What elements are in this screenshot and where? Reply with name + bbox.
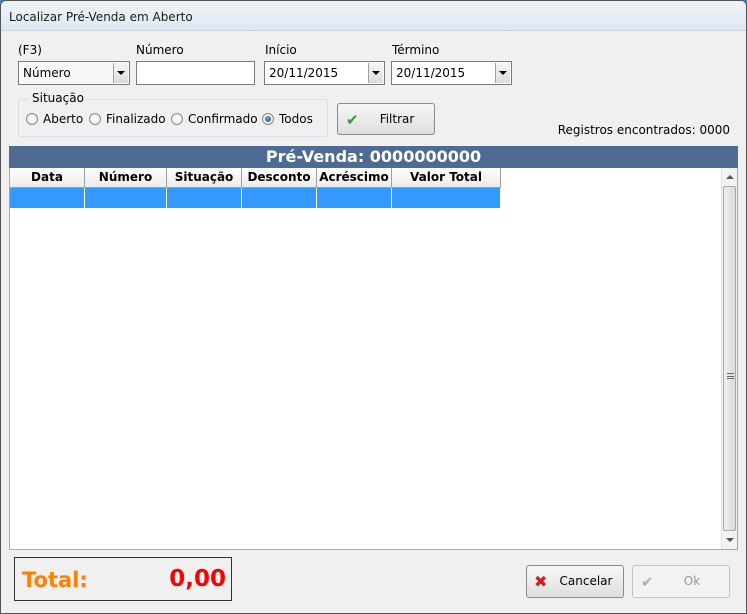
table-cell: [167, 188, 242, 208]
numero-label: Número: [136, 43, 184, 57]
table-cell: [242, 188, 317, 208]
column-header-numero[interactable]: Número: [85, 168, 167, 188]
grid-header: Data Número Situação Desconto Acréscimo …: [10, 168, 501, 188]
radio-finalizado[interactable]: Finalizado: [89, 112, 166, 126]
dialog-window: Localizar Pré-Venda em Aberto (F3) Númer…: [0, 0, 747, 614]
situacao-label: Situação: [29, 91, 87, 105]
radio-confirmado[interactable]: Confirmado: [171, 112, 258, 126]
window-title: Localizar Pré-Venda em Aberto: [9, 10, 193, 24]
title-bar: Localizar Pré-Venda em Aberto: [1, 1, 746, 31]
radio-aberto[interactable]: Aberto: [26, 112, 83, 126]
column-header-situacao[interactable]: Situação: [167, 168, 242, 188]
situacao-group: Situação Aberto Finalizado Confirmado To…: [18, 91, 328, 137]
cancel-button[interactable]: ✖ Cancelar: [526, 565, 624, 598]
scroll-up-arrow-icon[interactable]: [726, 175, 734, 179]
column-header-valor-total[interactable]: Valor Total: [392, 168, 501, 188]
check-icon: ✔: [346, 111, 359, 129]
termino-date-picker[interactable]: 20/11/2015: [391, 61, 512, 85]
vertical-scrollbar[interactable]: [721, 168, 737, 549]
table-cell: [392, 188, 501, 208]
radio-icon: [89, 113, 101, 125]
close-icon: ✖: [534, 572, 548, 591]
table-cell: [85, 188, 167, 208]
column-header-desconto[interactable]: Desconto: [242, 168, 317, 188]
chevron-down-icon[interactable]: [113, 63, 128, 83]
pre-venda-header: Pré-Venda: 0000000000: [9, 146, 738, 168]
inicio-label: Início: [265, 43, 297, 57]
total-value: 0,00: [169, 566, 226, 592]
termino-date-value: 20/11/2015: [396, 66, 466, 80]
search-key-select[interactable]: Número: [18, 61, 130, 85]
radio-icon: [26, 113, 38, 125]
check-icon: ✔: [641, 573, 654, 591]
filtrar-button-label: Filtrar: [379, 112, 415, 126]
table-row-selected[interactable]: [10, 188, 501, 208]
radio-finalizado-label: Finalizado: [106, 112, 166, 126]
scrollbar-thumb[interactable]: [723, 186, 736, 531]
total-box: Total: 0,00: [14, 557, 232, 601]
results-grid[interactable]: Data Número Situação Desconto Acréscimo …: [9, 168, 738, 550]
ok-button[interactable]: ✔ Ok: [632, 565, 730, 598]
chevron-down-icon[interactable]: [495, 63, 510, 83]
radio-todos-label: Todos: [279, 112, 313, 126]
table-cell: [317, 188, 392, 208]
inicio-date-picker[interactable]: 20/11/2015: [264, 61, 385, 85]
cancel-button-label: Cancelar: [559, 574, 613, 588]
chevron-down-icon[interactable]: [368, 63, 383, 83]
ok-button-label: Ok: [683, 574, 701, 588]
radio-confirmado-label: Confirmado: [188, 112, 258, 126]
scroll-down-arrow-icon[interactable]: [726, 538, 734, 542]
total-label: Total:: [22, 568, 88, 592]
radio-todos[interactable]: Todos: [262, 112, 313, 126]
numero-input[interactable]: [136, 61, 255, 85]
registros-count: Registros encontrados: 0000: [557, 123, 730, 137]
column-header-acrescimo[interactable]: Acréscimo: [317, 168, 392, 188]
search-key-value: Número: [23, 66, 71, 80]
grip-icon: [727, 373, 734, 379]
radio-aberto-label: Aberto: [43, 112, 84, 126]
inicio-date-value: 20/11/2015: [269, 66, 339, 80]
filtrar-button[interactable]: ✔ Filtrar: [337, 103, 435, 135]
termino-label: Término: [392, 43, 440, 57]
table-cell: [10, 188, 85, 208]
search-key-label: (F3): [18, 43, 42, 57]
column-header-data[interactable]: Data: [10, 168, 85, 188]
radio-icon: [171, 113, 183, 125]
radio-selected-icon: [262, 113, 274, 125]
